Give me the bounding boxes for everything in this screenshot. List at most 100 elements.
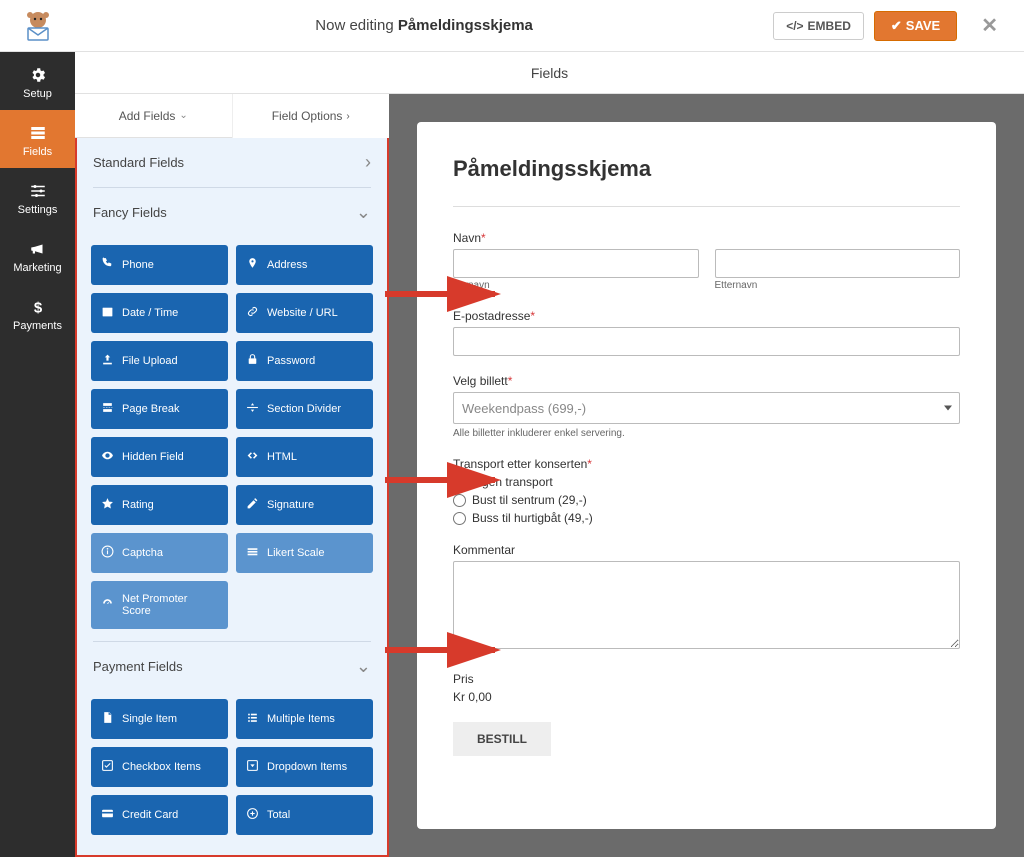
pagebreak-icon	[101, 401, 114, 417]
section-payment-fields[interactable]: Payment Fields ⌄	[77, 642, 387, 691]
tab-field-options[interactable]: Field Options ›	[232, 94, 390, 138]
transport-option-2[interactable]: Buss til hurtigbåt (49,-)	[453, 511, 960, 525]
payment-field-dropdown-items[interactable]: Dropdown Items	[236, 747, 373, 787]
logo	[0, 8, 75, 44]
last-name-input[interactable]	[715, 249, 961, 278]
comment-textarea[interactable]	[453, 561, 960, 649]
tab-add-fields[interactable]: Add Fields ⌄	[75, 94, 232, 138]
save-button[interactable]: ✔ SAVE	[874, 11, 957, 41]
pin-icon	[246, 257, 259, 273]
left-nav: Setup Fields Settings Marketing $ Paymen…	[0, 52, 75, 857]
field-hidden-field[interactable]: Hidden Field	[91, 437, 228, 477]
dropdown-icon	[246, 759, 259, 775]
upload-icon	[101, 353, 114, 369]
field-label: Single Item	[122, 713, 177, 725]
field-signature[interactable]: Signature	[236, 485, 373, 525]
ticket-help: Alle billetter inkluderer enkel serverin…	[453, 428, 960, 439]
dollar-icon: $	[29, 298, 47, 316]
lock-icon	[246, 353, 259, 369]
gear-icon	[29, 66, 47, 84]
field-file-upload[interactable]: File Upload	[91, 341, 228, 381]
section-fancy-fields[interactable]: Fancy Fields ⌄	[77, 188, 387, 237]
form-preview: Påmeldingsskjema Navn* Fornavn Etternavn	[417, 122, 996, 829]
nav-payments[interactable]: $ Payments	[0, 284, 75, 342]
field-label: Net Promoter Score	[122, 593, 218, 617]
chevron-right-icon: ›	[365, 152, 371, 173]
nav-settings[interactable]: Settings	[0, 168, 75, 226]
field-page-break[interactable]: Page Break	[91, 389, 228, 429]
payment-field-multiple-items[interactable]: Multiple Items	[236, 699, 373, 739]
field-html[interactable]: HTML	[236, 437, 373, 477]
embed-button[interactable]: </> EMBED	[773, 12, 864, 40]
nav-marketing[interactable]: Marketing	[0, 226, 75, 284]
first-name-input[interactable]	[453, 249, 699, 278]
price-value: Kr 0,00	[453, 690, 960, 704]
list-icon	[246, 711, 259, 727]
code-icon: </>	[786, 19, 803, 33]
close-icon[interactable]: ✕	[967, 13, 1012, 38]
transport-label: Transport etter konserten*	[453, 457, 960, 471]
field-label: Hidden Field	[122, 451, 184, 463]
field-label: Website / URL	[267, 307, 338, 319]
field-date-time[interactable]: Date / Time	[91, 293, 228, 333]
field-label: Section Divider	[267, 403, 341, 415]
field-label: Multiple Items	[267, 713, 335, 725]
star-icon	[101, 497, 114, 513]
field-label: Total	[267, 809, 290, 821]
section-standard-fields[interactable]: Standard Fields ›	[77, 138, 387, 187]
checkbox-icon	[101, 759, 114, 775]
field-section-divider[interactable]: Section Divider	[236, 389, 373, 429]
dashboard-icon	[101, 597, 114, 613]
payment-field-single-item[interactable]: Single Item	[91, 699, 228, 739]
phone-icon	[101, 257, 114, 273]
subheader-title: Fields	[75, 52, 1024, 94]
payment-field-credit-card[interactable]: Credit Card	[91, 795, 228, 835]
last-name-sublabel: Etternavn	[715, 280, 961, 291]
comment-label: Kommentar	[453, 543, 960, 557]
ticket-label: Velg billett*	[453, 374, 960, 388]
form-icon	[29, 124, 47, 142]
calendar-icon	[101, 305, 114, 321]
field-label: HTML	[267, 451, 297, 463]
scale-icon	[246, 545, 259, 561]
field-label: Dropdown Items	[267, 761, 347, 773]
field-address[interactable]: Address	[236, 245, 373, 285]
pencil-icon	[246, 497, 259, 513]
sliders-icon	[29, 182, 47, 200]
field-captcha[interactable]: Captcha	[91, 533, 228, 573]
svg-text:$: $	[33, 299, 42, 316]
form-title: Påmeldingsskjema	[453, 156, 960, 182]
check-icon: ✔	[891, 18, 902, 34]
field-label: Checkbox Items	[122, 761, 201, 773]
field-label: Phone	[122, 259, 154, 271]
nav-setup[interactable]: Setup	[0, 52, 75, 110]
field-rating[interactable]: Rating	[91, 485, 228, 525]
field-label: Password	[267, 355, 315, 367]
field-label: Page Break	[122, 403, 179, 415]
payment-field-total[interactable]: Total	[236, 795, 373, 835]
email-input[interactable]	[453, 327, 960, 356]
code-icon	[246, 449, 259, 465]
field-password[interactable]: Password	[236, 341, 373, 381]
link-icon	[246, 305, 259, 321]
nav-fields[interactable]: Fields	[0, 110, 75, 168]
eye-icon	[101, 449, 114, 465]
chevron-down-icon: ⌄	[356, 656, 371, 677]
field-net-promoter-score[interactable]: Net Promoter Score	[91, 581, 228, 629]
payment-field-checkbox-items[interactable]: Checkbox Items	[91, 747, 228, 787]
field-label: File Upload	[122, 355, 178, 367]
transport-option-1[interactable]: Bust til sentrum (29,-)	[453, 493, 960, 507]
chevron-right-icon: ›	[346, 111, 349, 122]
submit-button[interactable]: BESTILL	[453, 722, 551, 756]
ticket-select[interactable]: Weekendpass (699,-)	[453, 392, 960, 424]
fields-panel: Add Fields ⌄ Field Options › Standard Fi…	[75, 94, 389, 857]
field-label: Credit Card	[122, 809, 178, 821]
file-icon	[101, 711, 114, 727]
field-likert-scale[interactable]: Likert Scale	[236, 533, 373, 573]
chevron-down-icon: ⌄	[179, 110, 187, 121]
transport-option-0[interactable]: Ingen transport	[453, 475, 960, 489]
info-icon	[101, 545, 114, 561]
chevron-down-icon: ⌄	[356, 202, 371, 223]
field-phone[interactable]: Phone	[91, 245, 228, 285]
field-website-url[interactable]: Website / URL	[236, 293, 373, 333]
